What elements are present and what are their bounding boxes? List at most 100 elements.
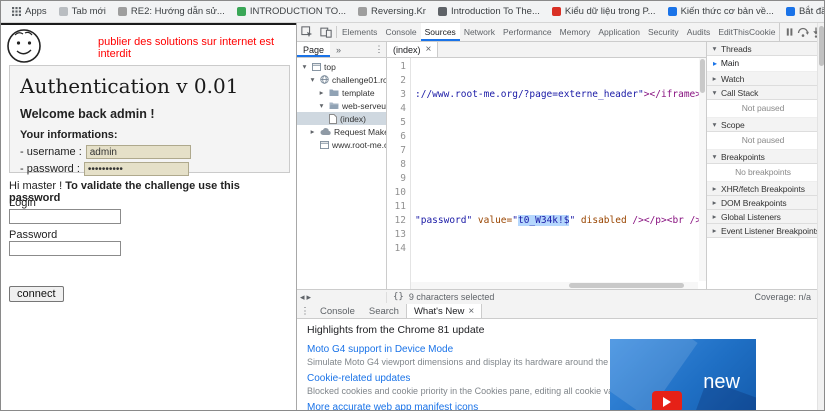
step-over-icon[interactable] xyxy=(797,25,809,39)
tab-security[interactable]: Security xyxy=(644,23,683,41)
bookmark-apps[interactable]: Apps xyxy=(7,4,52,19)
chevron-right-icon xyxy=(710,74,719,83)
tree-item-request-maker[interactable]: Request Maker xyxy=(297,125,386,138)
chevron-down-icon xyxy=(308,75,317,84)
section-threads[interactable]: Threads xyxy=(707,42,819,56)
editor-tabbar: (index) xyxy=(387,42,706,58)
bookmark-item[interactable]: RE2: Hướng dẫn sử... xyxy=(113,4,230,19)
tab-application[interactable]: Application xyxy=(594,23,644,41)
tab-audits[interactable]: Audits xyxy=(683,23,715,41)
chevron-right-icon xyxy=(710,184,719,193)
warning-text: publier des solutions sur internet est i… xyxy=(98,36,275,60)
site-icon xyxy=(551,7,561,16)
login-input[interactable] xyxy=(9,209,121,224)
devtools-tabbar: Elements Console Sources Network Perform… xyxy=(297,23,819,42)
section-dom-breakpoints[interactable]: DOM Breakpoints xyxy=(707,196,819,210)
editor-horizontal-scrollbar[interactable] xyxy=(411,282,698,289)
chevron-down-icon xyxy=(317,101,326,110)
bookmark-label: Bắt đầu với CTF: Tổ... xyxy=(798,6,824,17)
debugger-toolbar xyxy=(779,23,819,41)
whats-new-video-thumbnail[interactable]: new xyxy=(610,339,756,410)
section-event-listener-breakpoints[interactable]: Event Listener Breakpoints xyxy=(707,224,819,238)
section-breakpoints[interactable]: Breakpoints xyxy=(707,150,819,164)
tree-item-top[interactable]: top xyxy=(297,60,386,73)
page-title: Authentication v 0.01 xyxy=(20,74,239,98)
bookmark-item[interactable]: INTRODUCTION TO... xyxy=(232,4,351,19)
section-call-stack[interactable]: Call Stack xyxy=(707,86,819,100)
drawer-menu-icon[interactable] xyxy=(297,304,313,318)
cloud-icon xyxy=(320,127,331,136)
window-scrollbar[interactable] xyxy=(817,23,824,410)
username-display xyxy=(85,145,191,159)
bookmarks-bar: Apps Tab mới RE2: Hướng dẫn sử... INTROD… xyxy=(1,1,824,23)
bookmark-item[interactable]: Kiến thức cơ bản về... xyxy=(663,4,779,19)
section-scope[interactable]: Scope xyxy=(707,118,819,132)
username-label: - username : xyxy=(20,146,82,158)
scroll-left-icon[interactable] xyxy=(300,292,305,303)
auth-box: Authentication v 0.01 Welcome back admin… xyxy=(9,65,290,176)
tab-sources[interactable]: Sources xyxy=(420,23,460,41)
tab-console[interactable]: Console xyxy=(381,23,420,41)
bookmark-item[interactable]: Kiểu dữ liệu trong P... xyxy=(547,4,661,19)
sources-panel: Page top challenge01.root-me.org xyxy=(297,42,819,289)
password-input[interactable] xyxy=(9,241,121,256)
drawer-tab-console[interactable]: Console xyxy=(313,304,362,318)
tree-item-template[interactable]: template xyxy=(297,86,386,99)
webpage: publier des solutions sur internet est i… xyxy=(1,23,296,410)
scroll-right-icon[interactable] xyxy=(307,292,312,303)
bookmark-item[interactable]: Introduction To The... xyxy=(433,4,545,19)
navigator-tabbar: Page xyxy=(297,42,386,58)
chevron-down-icon xyxy=(710,120,719,129)
inspect-element-icon[interactable] xyxy=(297,23,316,41)
selected-password-text: t0_W34k!$ xyxy=(517,215,570,226)
folder-open-icon xyxy=(329,101,339,110)
scrollbar-thumb[interactable] xyxy=(819,26,824,66)
tab-elements[interactable]: Elements xyxy=(338,23,381,41)
editor-tab-index[interactable]: (index) xyxy=(387,42,439,57)
breakpoints-status: No breakpoints xyxy=(707,164,819,182)
tree-item-index[interactable]: (index) xyxy=(297,112,386,125)
tab-editthiscookie[interactable]: EditThisCookie xyxy=(714,23,779,41)
connect-button[interactable]: connect xyxy=(9,286,64,302)
navigator-tab-page[interactable]: Page xyxy=(297,42,331,57)
thread-main[interactable]: Main xyxy=(707,56,819,72)
tab-network[interactable]: Network xyxy=(460,23,499,41)
navigator-scrollbar[interactable] xyxy=(297,291,387,303)
bookmark-item[interactable]: Reversing.Kr xyxy=(353,4,431,19)
tree-item-challenge01[interactable]: challenge01.root-me.org xyxy=(297,73,386,86)
section-watch[interactable]: Watch xyxy=(707,72,819,86)
tree-item-web-serveur-ch9[interactable]: web-serveur/ch9 xyxy=(297,99,386,112)
section-global-listeners[interactable]: Global Listeners xyxy=(707,210,819,224)
line-numbers-gutter[interactable]: 1 2 3 4 5 6 7 8 9 10 11 12 13 14 xyxy=(387,58,411,289)
bookmark-item[interactable]: Bắt đầu với CTF: Tổ... xyxy=(781,4,824,19)
tab-performance[interactable]: Performance xyxy=(499,23,556,41)
chevron-down-icon xyxy=(300,62,309,71)
frame-icon xyxy=(320,140,329,149)
drawer-tab-whats-new[interactable]: What's New xyxy=(405,304,483,318)
site-icon xyxy=(437,7,447,16)
close-tab-icon[interactable] xyxy=(468,306,474,317)
editor-vertical-scrollbar[interactable] xyxy=(699,58,706,281)
navigator-menu-icon[interactable] xyxy=(372,42,386,57)
drawer-tab-search[interactable]: Search xyxy=(362,304,406,318)
bookmark-item[interactable]: Tab mới xyxy=(54,4,111,19)
welcome-text: Welcome back admin ! xyxy=(20,107,155,121)
page-icon xyxy=(358,7,368,16)
youtube-play-icon[interactable] xyxy=(652,391,682,410)
scope-status: Not paused xyxy=(707,132,819,150)
frame-icon xyxy=(312,62,321,71)
section-xhr-breakpoints[interactable]: XHR/fetch Breakpoints xyxy=(707,182,819,196)
pause-script-icon[interactable] xyxy=(783,25,795,39)
tree-item-www-root-me[interactable]: www.root-me.org xyxy=(297,138,386,151)
hint-text: Hi master ! To validate the challenge us… xyxy=(9,180,240,204)
tab-memory[interactable]: Memory xyxy=(556,23,595,41)
chevron-down-icon xyxy=(710,44,719,53)
close-tab-icon[interactable] xyxy=(426,44,432,55)
more-tabs-icon[interactable] xyxy=(330,42,347,57)
pretty-print-icon[interactable] xyxy=(393,292,404,302)
site-icon xyxy=(236,7,246,16)
password-field-label: Password xyxy=(9,229,58,241)
device-toolbar-icon[interactable] xyxy=(316,23,335,41)
bookmark-label: Reversing.Kr xyxy=(371,6,426,17)
code-editor[interactable]: ://www.root-me.org/?page=externe_header"… xyxy=(411,58,706,289)
